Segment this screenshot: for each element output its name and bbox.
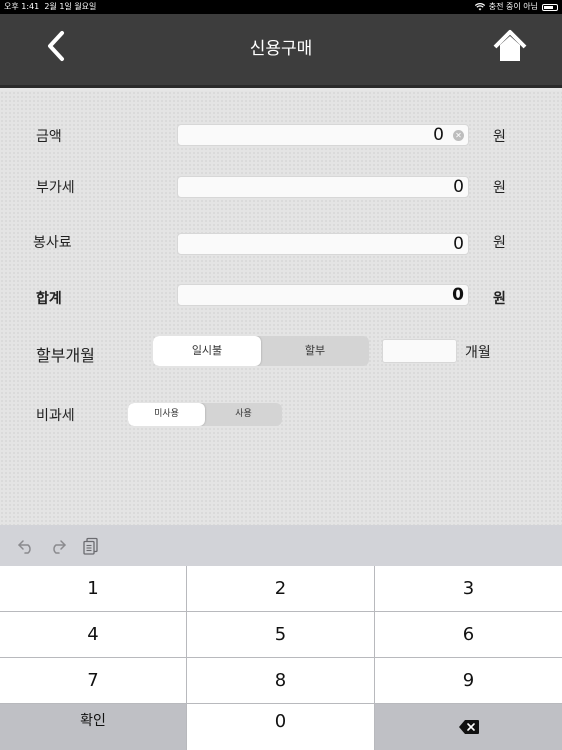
numeric-keypad: 1 2 3 4 5 6 7 8 9 확인 0 [0, 566, 562, 750]
battery-icon [542, 3, 558, 11]
key-8[interactable]: 8 [187, 658, 374, 703]
segment-not-used[interactable]: 미사용 [128, 403, 205, 426]
vat-unit: 원 [493, 180, 506, 196]
service-fee-unit: 원 [493, 235, 506, 251]
key-9[interactable]: 9 [375, 658, 562, 703]
key-5[interactable]: 5 [187, 612, 374, 657]
months-input[interactable] [382, 339, 457, 363]
total-label: 합계 [36, 291, 62, 307]
total-input: 0 [177, 284, 469, 306]
amount-value: 0 [433, 125, 444, 145]
vat-input[interactable]: 0 [177, 176, 469, 198]
status-time: 오후 1:41 [4, 2, 40, 11]
vat-label: 부가세 [36, 180, 75, 196]
total-unit: 원 [493, 291, 506, 307]
key-4[interactable]: 4 [0, 612, 186, 657]
status-bar: 오후 1:41 2월 1일 월요일 충전 중이 아님 [0, 0, 562, 14]
charging-status: 충전 중이 아님 [488, 2, 538, 11]
service-fee-input[interactable]: 0 [177, 233, 469, 255]
segment-installment[interactable]: 할부 [261, 336, 369, 366]
key-0[interactable]: 0 [187, 704, 374, 750]
wifi-icon [474, 3, 485, 11]
segment-used[interactable]: 사용 [205, 403, 282, 426]
page-title: 신용구매 [249, 39, 313, 59]
key-6[interactable]: 6 [375, 612, 562, 657]
navbar: 신용구매 [0, 14, 562, 88]
amount-label: 금액 [36, 129, 62, 145]
keyboard-toolbar [0, 525, 562, 566]
key-3[interactable]: 3 [375, 566, 562, 611]
total-value: 0 [452, 285, 464, 305]
status-date: 2월 1일 월요일 [44, 2, 97, 11]
key-2[interactable]: 2 [187, 566, 374, 611]
redo-icon[interactable] [49, 537, 67, 555]
confirm-key[interactable]: 확인 [0, 704, 186, 750]
clear-icon[interactable]: ✕ [453, 130, 464, 141]
key-7[interactable]: 7 [0, 658, 186, 703]
home-button[interactable] [490, 28, 530, 64]
segment-lump-sum[interactable]: 일시불 [153, 336, 261, 366]
key-1[interactable]: 1 [0, 566, 186, 611]
form-area [0, 91, 562, 525]
undo-icon[interactable] [17, 537, 35, 555]
delete-key[interactable] [375, 704, 562, 750]
months-unit: 개월 [465, 345, 491, 361]
installment-segmented-control: 일시불 할부 [153, 336, 369, 366]
home-icon [493, 30, 527, 61]
service-fee-label: 봉사료 [33, 235, 72, 251]
service-fee-value: 0 [453, 234, 464, 254]
tax-free-segmented-control: 미사용 사용 [128, 403, 282, 426]
status-right: 충전 중이 아님 [474, 0, 558, 14]
paste-icon[interactable] [82, 537, 100, 555]
tax-free-label: 비과세 [36, 408, 75, 424]
backspace-icon [459, 720, 479, 734]
vat-value: 0 [453, 177, 464, 197]
amount-unit: 원 [493, 129, 506, 145]
installment-label: 할부개월 [36, 346, 95, 365]
status-time-date: 오후 1:41 2월 1일 월요일 [4, 0, 96, 14]
amount-input[interactable]: 0 ✕ [177, 124, 469, 146]
